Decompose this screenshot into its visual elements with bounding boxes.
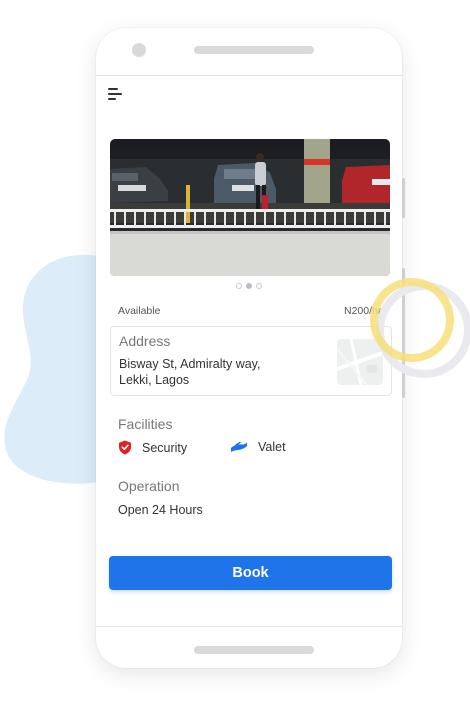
- book-button[interactable]: Book: [109, 556, 392, 590]
- carousel-dot[interactable]: [236, 283, 242, 289]
- facility-label: Valet: [258, 440, 286, 454]
- operation-hours: Open 24 Hours: [118, 503, 203, 517]
- address-line-2: Lekki, Lagos: [119, 373, 190, 387]
- facility-security: Security: [118, 440, 187, 455]
- carousel-indicator: [236, 283, 262, 291]
- carousel-dot[interactable]: [256, 283, 262, 289]
- decorative-ring: [370, 278, 470, 378]
- address-text: Bisway St, Admiralty way, Lekki, Lagos: [119, 356, 309, 388]
- speaker-grille: [194, 46, 314, 54]
- operation-title: Operation: [118, 478, 180, 494]
- facility-label: Security: [142, 440, 188, 455]
- facilities-title: Facilities: [118, 416, 173, 432]
- home-indicator: [194, 646, 314, 654]
- scrollbar-thumb[interactable]: [402, 178, 405, 218]
- shield-icon: [119, 440, 131, 455]
- facility-valet: Valet: [230, 440, 286, 454]
- address-card[interactable]: Address Bisway St, Admiralty way, Lekki,…: [110, 326, 392, 396]
- hand-icon: [231, 441, 247, 452]
- address-line-1: Bisway St, Admiralty way,: [119, 357, 261, 371]
- availability-status: Available: [118, 305, 161, 317]
- address-title: Address: [119, 333, 171, 349]
- hamburger-menu-icon[interactable]: [108, 88, 124, 102]
- parking-photo[interactable]: [110, 139, 390, 276]
- carousel-dot-active[interactable]: [246, 283, 252, 289]
- front-camera: [132, 43, 146, 57]
